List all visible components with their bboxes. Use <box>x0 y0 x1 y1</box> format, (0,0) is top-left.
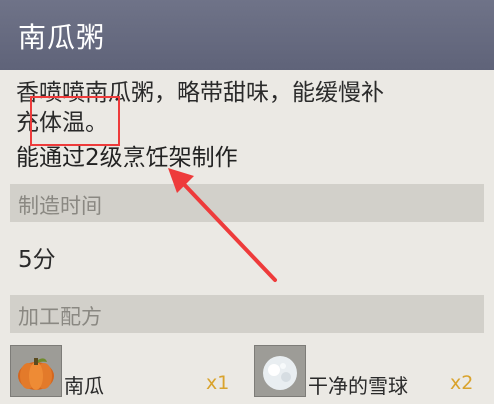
panel-header: 南瓜粥 <box>0 0 494 70</box>
section-craft-time: 制造时间 <box>10 184 484 222</box>
annotation-highlight-box <box>30 96 120 146</box>
ingredient-quantity: x2 <box>450 372 474 394</box>
pumpkin-icon <box>10 345 62 397</box>
ingredient-pumpkin[interactable]: 南瓜 x1 <box>10 345 250 400</box>
item-detail-panel: 南瓜粥 香喷喷南瓜粥，略带甜味，能缓慢补 充体温。 能通过2级烹饪架制作 制造时… <box>0 0 494 404</box>
recipe-label: 加工配方 <box>18 305 102 329</box>
craft-time-label: 制造时间 <box>18 194 102 218</box>
section-recipe: 加工配方 <box>10 295 484 333</box>
item-title: 南瓜粥 <box>18 21 106 54</box>
ingredient-snowball[interactable]: 干净的雪球 x2 <box>254 345 490 400</box>
snowball-icon <box>254 345 306 397</box>
ingredient-name: 南瓜 <box>64 374 104 398</box>
ingredient-quantity: x1 <box>206 372 230 394</box>
ingredient-name: 干净的雪球 <box>308 374 408 398</box>
craft-time-value: 5分 <box>18 247 56 273</box>
